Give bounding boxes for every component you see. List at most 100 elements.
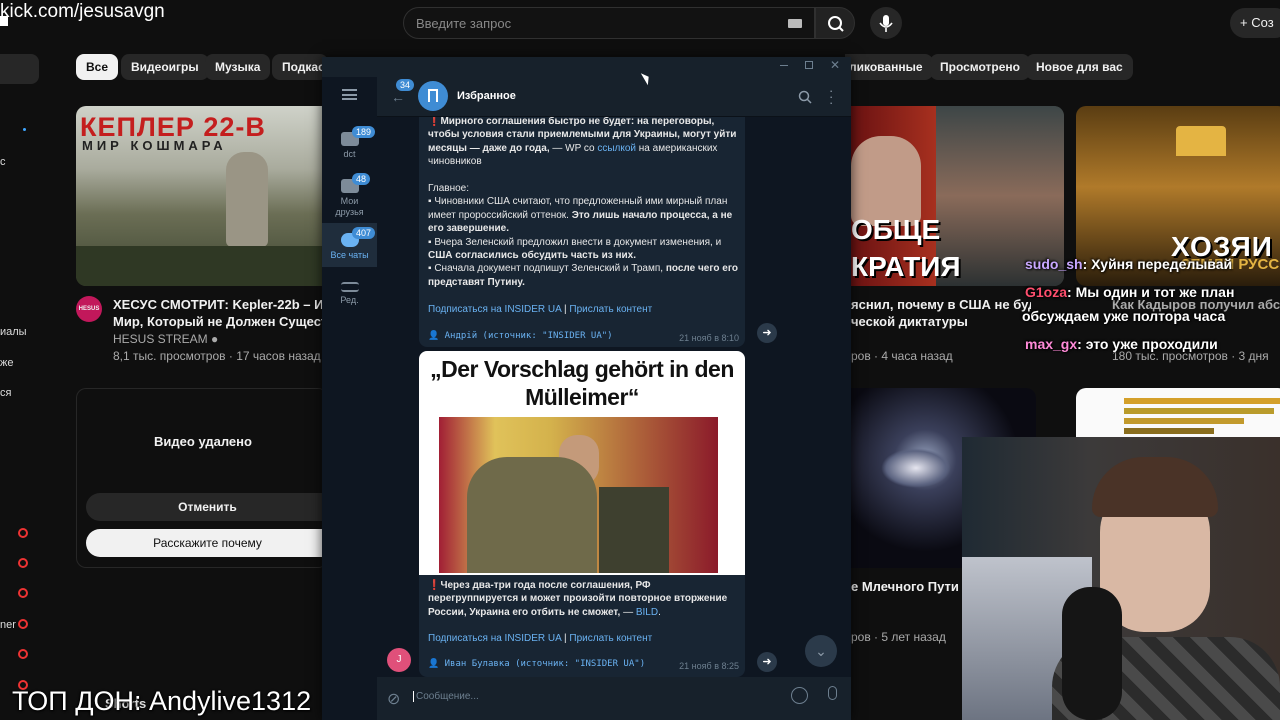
message-bubble[interactable]: „Der Vorschlag gehört in den Mülleimer“ … bbox=[419, 351, 745, 677]
create-button[interactable]: + Соз bbox=[1230, 8, 1280, 38]
close-icon[interactable]: ✕ bbox=[830, 58, 840, 72]
source-link[interactable]: BILD bbox=[636, 607, 658, 618]
forward-button[interactable]: ➜ bbox=[757, 323, 777, 343]
search-input[interactable]: Введите запрос bbox=[403, 7, 815, 39]
saved-messages-icon bbox=[418, 81, 448, 111]
plus-icon: + bbox=[1240, 15, 1252, 30]
window-titlebar: ✕ bbox=[322, 57, 851, 77]
sidebar-item-fragment[interactable]: ner bbox=[0, 619, 16, 631]
pin-icon: ❗ bbox=[428, 580, 441, 591]
folder-my-friends[interactable]: 48 Мои друзья bbox=[322, 173, 377, 218]
folder-all-chats[interactable]: 407 Все чаты bbox=[322, 223, 377, 267]
message-signature: 👤 Андрій (источник: "INSIDER UA") bbox=[428, 331, 613, 341]
soldier-shape bbox=[467, 457, 597, 573]
bar-shape bbox=[1124, 408, 1274, 414]
microphone-icon[interactable] bbox=[828, 686, 837, 700]
attach-icon[interactable]: ⊘ bbox=[387, 689, 400, 709]
send-content-link[interactable]: Прислать контент bbox=[569, 304, 652, 315]
chip-new-for-you[interactable]: Новое для вас bbox=[1026, 54, 1133, 80]
sidebar-item-fragment[interactable]: с bbox=[0, 156, 6, 168]
message-list[interactable]: ❗Мирного соглашения быстро не будет: на … bbox=[377, 117, 851, 677]
channel-name[interactable]: HESUS STREAM ● bbox=[113, 331, 218, 347]
thumbnail-text: ОБЩЕ bbox=[851, 214, 941, 245]
video-meta: ров · 4 часа назад bbox=[851, 349, 953, 363]
message-text: ❗Через два-три года после соглашения, РФ… bbox=[428, 580, 728, 618]
emoji-icon[interactable] bbox=[791, 687, 808, 704]
minimize-icon[interactable] bbox=[780, 65, 788, 66]
live-icon bbox=[18, 649, 28, 659]
scroll-down-button[interactable]: ⌄ bbox=[805, 635, 837, 667]
sender-avatar[interactable]: J bbox=[387, 648, 411, 672]
sidebar-item-fragment[interactable]: ся bbox=[0, 387, 11, 399]
sidebar-item-fragment[interactable]: же bbox=[0, 357, 13, 369]
search-icon bbox=[828, 16, 844, 32]
search-placeholder: Введите запрос bbox=[416, 16, 512, 31]
tell-why-button[interactable]: Расскажите почему bbox=[86, 529, 329, 557]
chip-music[interactable]: Музыка bbox=[205, 54, 271, 80]
search-button[interactable] bbox=[815, 7, 855, 39]
stream-url-overlay: kick.com/jesusavgn bbox=[0, 1, 165, 22]
menu-icon[interactable] bbox=[342, 89, 357, 100]
unread-badge: 189 bbox=[352, 126, 376, 138]
search-icon[interactable] bbox=[797, 89, 813, 105]
cancel-button[interactable]: Отменить bbox=[86, 493, 329, 521]
chip-watched[interactable]: Просмотрено bbox=[930, 54, 1031, 80]
video-title[interactable]: яснил, почему в США не будет ческой дикта… bbox=[851, 296, 1031, 330]
message-input[interactable]: Сообщение... bbox=[413, 682, 773, 712]
voice-search-button[interactable] bbox=[870, 7, 902, 39]
user-icon: 👤 bbox=[428, 331, 445, 341]
galaxy-shape bbox=[881, 448, 951, 488]
folder-dct[interactable]: 189 dct bbox=[322, 126, 377, 159]
keyboard-icon[interactable] bbox=[788, 19, 802, 28]
sidebar-item-fragment[interactable]: иалы bbox=[0, 326, 27, 338]
subscribe-link[interactable]: Подписаться на INSIDER UA bbox=[428, 304, 561, 315]
message-bubble[interactable]: ❗Мирного соглашения быстро не будет: на … bbox=[419, 117, 745, 347]
maximize-icon[interactable] bbox=[805, 61, 813, 69]
chat-title[interactable]: Избранное bbox=[457, 90, 516, 102]
back-arrow-icon[interactable]: ← bbox=[391, 89, 405, 105]
chat-header: ← 34 Избранное · · · bbox=[377, 77, 851, 117]
bar-shape bbox=[1124, 428, 1214, 434]
subscribe-link[interactable]: Подписаться на INSIDER UA bbox=[428, 633, 561, 644]
chip-podcasts[interactable]: Подкаст bbox=[272, 54, 328, 80]
video-title[interactable]: е Млечного Пути и bbox=[851, 578, 961, 595]
channel-avatar[interactable]: HESUS bbox=[76, 296, 102, 322]
verified-icon: ● bbox=[211, 332, 219, 346]
message-signature: 👤 Иван Булавка (источник: "INSIDER UA") bbox=[428, 659, 646, 669]
chevron-down-icon: ⌄ bbox=[815, 643, 827, 659]
telegram-window: ✕ 189 dct 48 Мои друзья 407 Все чаты Ред… bbox=[322, 57, 851, 720]
deleted-video-card: Видео удалено Отменить Расскажите почему bbox=[76, 388, 329, 568]
message-footer-links[interactable]: Подписаться на INSIDER UA | Прислать кон… bbox=[428, 303, 740, 316]
photo bbox=[439, 417, 718, 573]
live-icon bbox=[18, 588, 28, 598]
chip-all[interactable]: Все bbox=[76, 54, 119, 80]
back-unread-badge: 34 bbox=[396, 79, 415, 91]
unread-badge: 48 bbox=[352, 173, 371, 185]
video-thumbnail[interactable] bbox=[1076, 388, 1280, 438]
forward-button[interactable]: ➜ bbox=[757, 652, 777, 672]
astronaut-figure bbox=[226, 152, 268, 247]
thumbnail-subtitle: МИР КОШМАРА bbox=[82, 138, 227, 153]
source-link[interactable]: ссылкой bbox=[597, 143, 636, 154]
youtube-logo-fragment bbox=[0, 16, 8, 26]
chip-published[interactable]: ликованные bbox=[845, 54, 933, 80]
live-icon bbox=[18, 558, 28, 568]
chip-videogames[interactable]: Видеоигры bbox=[121, 54, 209, 80]
video-thumbnail[interactable]: КЕПЛЕР 22-В МИР КОШМАРА bbox=[76, 106, 326, 286]
message-image[interactable]: „Der Vorschlag gehört in den Mülleimer“ bbox=[419, 351, 745, 575]
stream-chat-message: sudo_sh: Хуйня переделывай bbox=[1025, 256, 1233, 272]
message-text: ❗Мирного соглашения быстро не будет: на … bbox=[428, 117, 738, 288]
sliders-icon bbox=[340, 282, 359, 292]
send-content-link[interactable]: Прислать контент bbox=[569, 633, 652, 644]
message-footer-links[interactable]: Подписаться на INSIDER UA | Прислать кон… bbox=[428, 632, 740, 645]
bar-shape bbox=[1124, 398, 1280, 404]
stream-chat-message-continued: обсуждаем уже полтора часа bbox=[1022, 308, 1226, 324]
more-menu-icon[interactable]: · · · bbox=[829, 84, 833, 109]
message-time: 21 нояб в 8:10 bbox=[679, 333, 739, 343]
sidebar-new-dot bbox=[23, 128, 26, 131]
video-meta: 8,1 тыс. просмотров · 17 часов назад bbox=[113, 349, 321, 363]
video-title[interactable]: ХЕСУС СМОТРИТ: Kepler-22b – ИноплМир, Ко… bbox=[113, 296, 323, 330]
folder-edit[interactable]: Ред. bbox=[322, 282, 377, 305]
microphone bbox=[1062, 587, 1122, 720]
sidebar-item-home[interactable] bbox=[0, 54, 39, 84]
